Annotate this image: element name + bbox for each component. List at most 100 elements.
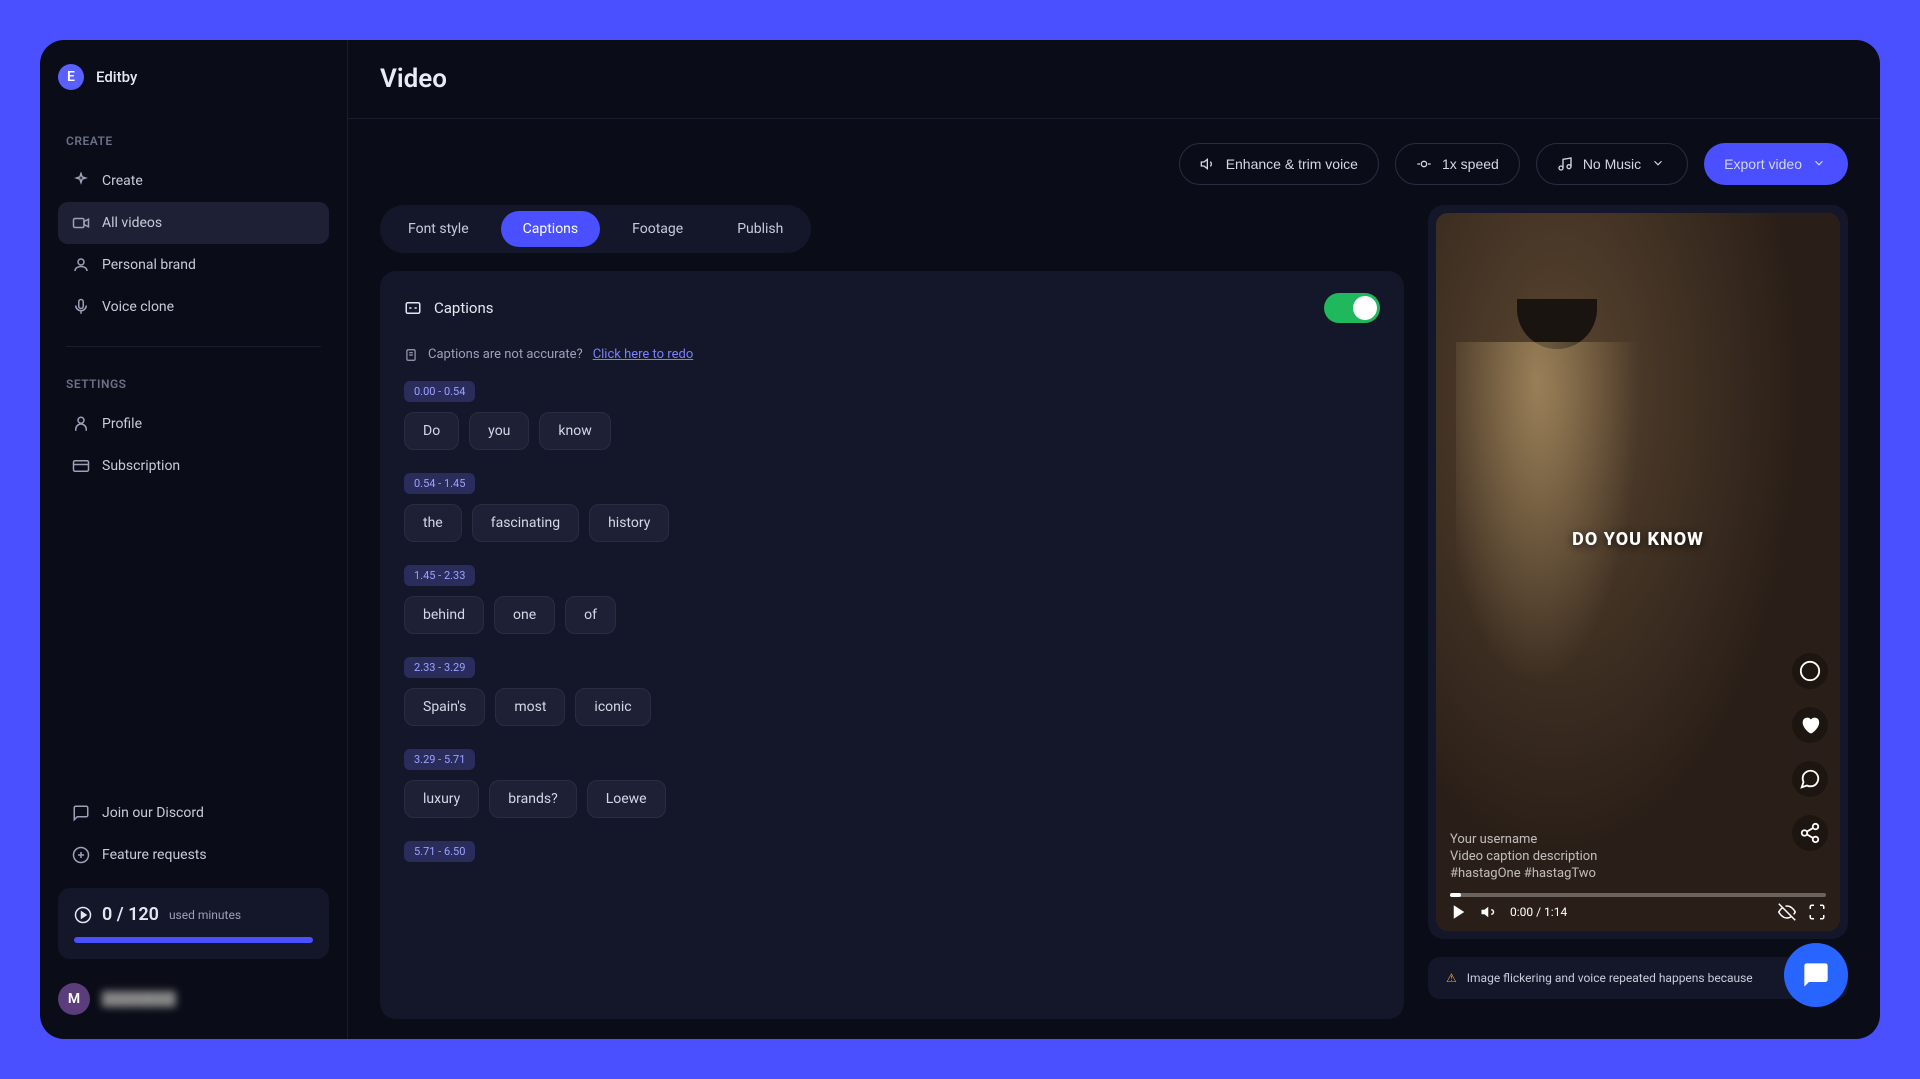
caption-group: 1.45 - 2.33 behind oneof xyxy=(404,564,1380,634)
avatar-row[interactable]: M ████████ xyxy=(58,983,329,1015)
video-scene xyxy=(1436,213,1840,931)
nav-label: Subscription xyxy=(102,458,180,474)
caption-group: 2.33 - 3.29 Spain's most iconic xyxy=(404,656,1380,726)
usage-box: 0 / 120 used minutes xyxy=(58,888,329,959)
avatar: M xyxy=(58,983,90,1015)
play-icon xyxy=(74,906,92,924)
word-chip[interactable]: fascinating xyxy=(472,504,579,542)
toolbar: Enhance & trim voice 1x speed No Music E… xyxy=(348,119,1880,185)
video-controls: 0:00 / 1:14 xyxy=(1436,893,1840,931)
word-chip[interactable]: one xyxy=(494,596,555,634)
speed-button[interactable]: 1x speed xyxy=(1395,143,1520,185)
time-badge: 5.71 - 6.50 xyxy=(404,841,475,862)
word-chip[interactable]: you xyxy=(469,412,529,450)
word-chip[interactable]: luxury xyxy=(404,780,479,818)
word-chip[interactable]: know xyxy=(539,412,610,450)
nav-label: Feature requests xyxy=(102,847,207,863)
nav-label: Voice clone xyxy=(102,299,174,315)
share-icon[interactable] xyxy=(1792,815,1828,851)
word-chip[interactable]: the xyxy=(404,504,462,542)
fullscreen-icon[interactable] xyxy=(1808,903,1826,921)
chat-icon xyxy=(72,804,90,822)
video-frame[interactable]: DO YOU KNOW Your username Video caption … xyxy=(1436,213,1840,931)
word-chip[interactable]: Spain's xyxy=(404,688,485,726)
progress-bar[interactable] xyxy=(1450,893,1826,897)
sidebar-item-create[interactable]: Create xyxy=(58,160,329,202)
footer-link-join-our-discord[interactable]: Join our Discord xyxy=(58,792,329,834)
time-badge: 0.00 - 0.54 xyxy=(404,381,475,402)
card-icon xyxy=(72,457,90,475)
word-chip[interactable]: most xyxy=(495,688,565,726)
tab-captions[interactable]: Captions xyxy=(501,211,601,247)
overlay-username: Your username xyxy=(1450,832,1597,847)
warning-text: Image flickering and voice repeated happ… xyxy=(1467,971,1753,985)
sidebar-item-voice-clone[interactable]: Voice clone xyxy=(58,286,329,328)
volume-icon[interactable] xyxy=(1480,903,1498,921)
captions-title: Captions xyxy=(434,299,493,317)
header: Video xyxy=(348,40,1880,119)
page-title: Video xyxy=(380,64,1848,94)
word-chip[interactable]: brands? xyxy=(489,780,576,818)
caption-overlay: DO YOU KNOW xyxy=(1572,529,1704,550)
warning-icon: ⚠ xyxy=(1446,971,1457,985)
video-icon xyxy=(72,214,90,232)
word-chip[interactable]: iconic xyxy=(575,688,650,726)
sidebar-item-profile[interactable]: Profile xyxy=(58,403,329,445)
overlay-meta: Your username Video caption description … xyxy=(1450,832,1597,883)
overlay-description: Video caption description xyxy=(1450,849,1597,864)
time-badge: 3.29 - 5.71 xyxy=(404,749,475,770)
tab-publish[interactable]: Publish xyxy=(715,211,805,247)
caption-group: 0.00 - 0.54 Doyouknow xyxy=(404,380,1380,450)
word-chip[interactable]: Loewe xyxy=(587,780,666,818)
sidebar-item-personal-brand[interactable]: Personal brand xyxy=(58,244,329,286)
caption-group: 3.29 - 5.71 luxury brands? Loewe xyxy=(404,748,1380,818)
video-time: 0:00 / 1:14 xyxy=(1510,905,1567,919)
word-chip[interactable]: Do xyxy=(404,412,459,450)
footer-link-feature-requests[interactable]: Feature requests xyxy=(58,834,329,876)
eye-off-icon[interactable] xyxy=(1778,903,1796,921)
comment-icon[interactable] xyxy=(1792,761,1828,797)
sidebar: E Editby CREATE CreateAll videos Personal… xyxy=(40,40,348,1039)
time-badge: 2.33 - 3.29 xyxy=(404,657,475,678)
video-preview-box: DO YOU KNOW Your username Video caption … xyxy=(1428,205,1848,939)
export-video-button[interactable]: Export video xyxy=(1704,143,1848,185)
usage-suffix: used minutes xyxy=(169,908,241,922)
brand-row: E Editby xyxy=(58,64,329,90)
tabs: Font style CaptionsFootage Publish xyxy=(380,205,811,253)
music-button[interactable]: No Music xyxy=(1536,143,1688,185)
chat-fab[interactable] xyxy=(1784,943,1848,1007)
chevron-down-icon xyxy=(1812,156,1828,172)
redo-link[interactable]: Click here to redo xyxy=(593,347,694,362)
profile-circle-icon[interactable] xyxy=(1792,653,1828,689)
word-chip[interactable]: history xyxy=(589,504,669,542)
enhance-trim-button[interactable]: Enhance & trim voice xyxy=(1179,143,1379,185)
time-badge: 1.45 - 2.33 xyxy=(404,565,475,586)
sparkle-icon xyxy=(72,172,90,190)
export-label: Export video xyxy=(1724,156,1802,172)
sidebar-item-subscription[interactable]: Subscription xyxy=(58,445,329,487)
heart-icon[interactable] xyxy=(1792,707,1828,743)
section-settings-label: SETTINGS xyxy=(66,377,321,391)
person-icon xyxy=(72,256,90,274)
brand-name: Editby xyxy=(96,68,137,86)
play-icon[interactable] xyxy=(1450,903,1468,921)
word-chip[interactable]: behind xyxy=(404,596,484,634)
usage-value: 0 / 120 xyxy=(102,904,159,925)
sidebar-item-all-videos[interactable]: All videos xyxy=(58,202,329,244)
section-create-label: CREATE xyxy=(66,134,321,148)
time-badge: 0.54 - 1.45 xyxy=(404,473,475,494)
chevron-down-icon xyxy=(1651,156,1667,172)
music-icon xyxy=(1557,156,1573,172)
nav-label: Personal brand xyxy=(102,257,196,273)
microphone-icon xyxy=(72,298,90,316)
tab-font-style[interactable]: Font style xyxy=(386,211,491,247)
word-chip[interactable]: of xyxy=(565,596,616,634)
speed-label: 1x speed xyxy=(1442,156,1499,172)
captions-icon xyxy=(404,299,422,317)
captions-panel: Captions Captions are not accurate? Clic… xyxy=(380,271,1404,1019)
plus-icon xyxy=(72,846,90,864)
captions-toggle[interactable] xyxy=(1324,293,1380,323)
nav-label: Join our Discord xyxy=(102,805,204,821)
hint-text: Captions are not accurate? xyxy=(428,347,583,362)
tab-footage[interactable]: Footage xyxy=(610,211,705,247)
